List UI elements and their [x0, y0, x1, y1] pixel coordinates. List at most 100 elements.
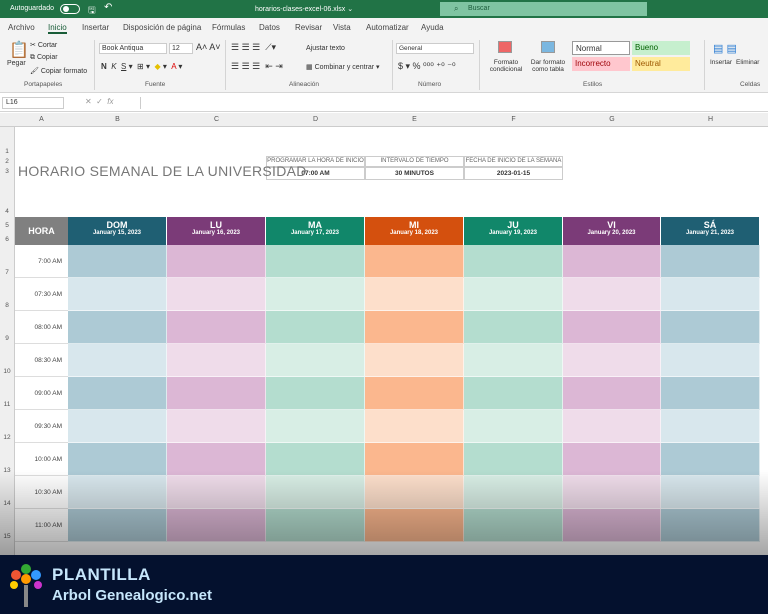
copy-button[interactable]: ⧉ Copiar: [30, 54, 58, 62]
schedule-cell[interactable]: [266, 443, 365, 476]
schedule-cell[interactable]: [167, 377, 266, 410]
cut-button[interactable]: ✂ Cortar: [30, 41, 57, 49]
style-normal[interactable]: Normal: [572, 41, 630, 55]
paste-icon[interactable]: 📋: [9, 40, 29, 60]
column-header-C[interactable]: C: [167, 116, 266, 123]
schedule-cell[interactable]: [266, 344, 365, 377]
schedule-cell[interactable]: [266, 509, 365, 542]
schedule-cell[interactable]: [464, 311, 563, 344]
schedule-cell[interactable]: [464, 476, 563, 509]
schedule-cell[interactable]: [661, 476, 760, 509]
tab-revisar[interactable]: Revisar: [295, 23, 322, 32]
schedule-cell[interactable]: [365, 476, 464, 509]
column-header-A[interactable]: A: [15, 116, 68, 123]
tab-automatizar[interactable]: Automatizar: [366, 23, 409, 32]
schedule-cell[interactable]: [365, 311, 464, 344]
row-header[interactable]: 6: [0, 236, 14, 243]
conditional-format-button[interactable]: Formato condicional: [484, 59, 528, 73]
paste-button[interactable]: Pegar: [7, 60, 26, 67]
search-box[interactable]: ⌕ Buscar: [440, 2, 647, 16]
schedule-cell[interactable]: [661, 311, 760, 344]
column-header-E[interactable]: E: [365, 116, 464, 123]
row-header[interactable]: 5: [0, 222, 14, 229]
format-painter-button[interactable]: 🖌 Copiar formato: [30, 67, 87, 75]
tab-insertar[interactable]: Insertar: [82, 23, 109, 32]
schedule-cell[interactable]: [563, 311, 661, 344]
schedule-cell[interactable]: [167, 443, 266, 476]
schedule-cell[interactable]: [464, 377, 563, 410]
schedule-cell[interactable]: [563, 278, 661, 311]
format-as-table-button[interactable]: Dar formato como tabla: [527, 59, 569, 73]
schedule-cell[interactable]: [68, 410, 167, 443]
insert-button[interactable]: Insertar: [710, 59, 732, 66]
autosave-toggle[interactable]: [60, 4, 80, 14]
font-size-select[interactable]: 12: [169, 43, 193, 54]
column-header-D[interactable]: D: [266, 116, 365, 123]
schedule-cell[interactable]: [266, 410, 365, 443]
schedule-cell[interactable]: [464, 278, 563, 311]
column-header-G[interactable]: G: [563, 116, 661, 123]
style-neutral[interactable]: Neutral: [632, 57, 690, 71]
schedule-cell[interactable]: [365, 443, 464, 476]
align-icons-2[interactable]: ☰ ☰ ☰ ⇤ ⇥: [231, 61, 283, 72]
schedule-cell[interactable]: [661, 344, 760, 377]
schedule-cell[interactable]: [68, 278, 167, 311]
schedule-cell[interactable]: [661, 509, 760, 542]
schedule-cell[interactable]: [563, 509, 661, 542]
schedule-cell[interactable]: [266, 377, 365, 410]
schedule-cell[interactable]: [464, 344, 563, 377]
row-header[interactable]: 1: [0, 148, 14, 155]
schedule-cell[interactable]: [266, 245, 365, 278]
schedule-cell[interactable]: [365, 410, 464, 443]
schedule-cell[interactable]: [365, 377, 464, 410]
row-header[interactable]: 15: [0, 533, 14, 540]
info-value[interactable]: 30 MINUTOS: [365, 167, 464, 180]
schedule-cell[interactable]: [563, 443, 661, 476]
row-header[interactable]: 4: [0, 208, 14, 215]
name-box[interactable]: L16: [2, 97, 64, 109]
schedule-cell[interactable]: [365, 344, 464, 377]
row-header[interactable]: 7: [0, 269, 14, 276]
schedule-cell[interactable]: [68, 344, 167, 377]
schedule-cell[interactable]: [68, 311, 167, 344]
schedule-cell[interactable]: [266, 476, 365, 509]
schedule-cell[interactable]: [167, 245, 266, 278]
schedule-cell[interactable]: [167, 311, 266, 344]
schedule-cell[interactable]: [68, 245, 167, 278]
info-value[interactable]: 2023-01-15: [464, 167, 563, 180]
schedule-cell[interactable]: [464, 443, 563, 476]
row-header[interactable]: 9: [0, 335, 14, 342]
undo-icon[interactable]: ↶: [104, 2, 112, 13]
formula-input[interactable]: [140, 97, 766, 109]
row-header[interactable]: 3: [0, 168, 14, 175]
row-header[interactable]: 12: [0, 434, 14, 441]
column-header-F[interactable]: F: [464, 116, 563, 123]
schedule-cell[interactable]: [167, 278, 266, 311]
style-bad[interactable]: Incorrecto: [572, 57, 630, 71]
schedule-cell[interactable]: [661, 410, 760, 443]
tab-archivo[interactable]: Archivo: [8, 23, 35, 32]
schedule-cell[interactable]: [365, 278, 464, 311]
bold-italic-underline[interactable]: N K S ▾ ⊞ ▾ ◆ ▾ A ▾: [101, 62, 182, 71]
save-icon[interactable]: 🖫: [88, 3, 96, 19]
schedule-cell[interactable]: [563, 476, 661, 509]
row-header[interactable]: 13: [0, 467, 14, 474]
row-header[interactable]: 11: [0, 401, 14, 408]
schedule-cell[interactable]: [68, 377, 167, 410]
font-select[interactable]: Book Antiqua: [99, 43, 167, 54]
grow-font-icon[interactable]: A˄ A˅: [196, 42, 221, 52]
schedule-cell[interactable]: [464, 245, 563, 278]
schedule-cell[interactable]: [464, 509, 563, 542]
schedule-cell[interactable]: [563, 245, 661, 278]
row-header[interactable]: 10: [0, 368, 14, 375]
row-header[interactable]: 8: [0, 302, 14, 309]
schedule-cell[interactable]: [563, 410, 661, 443]
merge-center-button[interactable]: ▦ Combinar y centrar ▾: [306, 63, 380, 71]
schedule-cell[interactable]: [167, 476, 266, 509]
schedule-cell[interactable]: [167, 509, 266, 542]
row-header[interactable]: 14: [0, 500, 14, 507]
column-header-B[interactable]: B: [68, 116, 167, 123]
schedule-cell[interactable]: [661, 278, 760, 311]
tab-formulas[interactable]: Fórmulas: [212, 23, 245, 32]
schedule-cell[interactable]: [661, 245, 760, 278]
